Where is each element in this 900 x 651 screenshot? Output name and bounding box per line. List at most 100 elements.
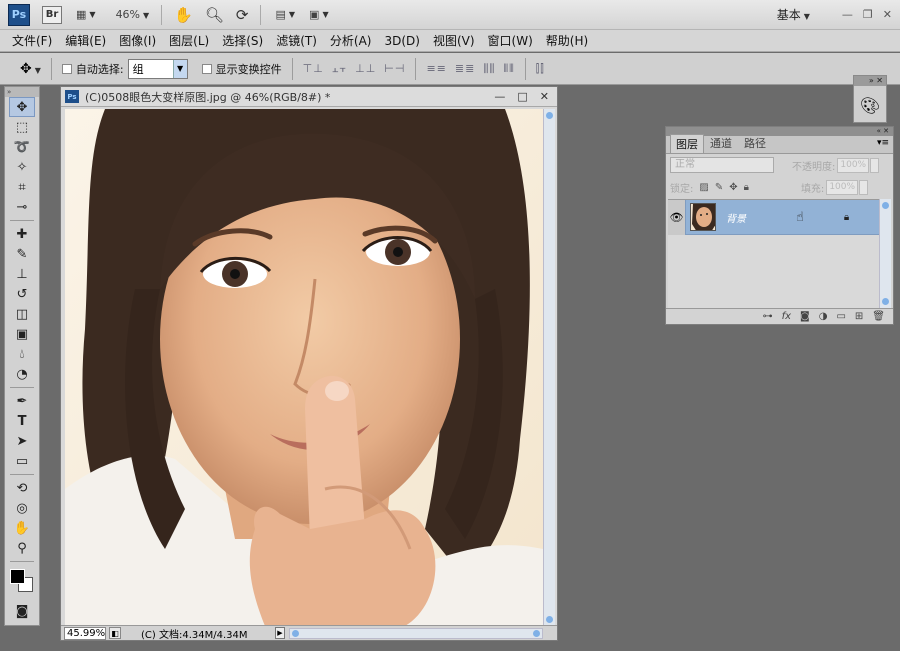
auto-select-dropdown[interactable]: 组 ▼ [127,58,188,79]
color-swatches[interactable] [5,565,39,601]
lasso-tool-icon[interactable]: ➰ [5,137,39,157]
history-brush-tool-icon[interactable]: ↺ [5,284,39,304]
zoom-tool-icon[interactable]: 🔍︎ [205,6,224,24]
menu-filter[interactable]: 滤镜(T) [276,32,317,49]
zoom-tool-icon[interactable]: ⚲ [5,538,39,558]
opacity-field[interactable]: 100% [837,157,870,173]
vertical-scrollbar[interactable] [543,109,555,626]
auto-align-icon[interactable]: ⫿⫿ [536,62,545,76]
layer-style-icon[interactable]: fx [782,311,791,322]
maximize-icon[interactable]: □ [517,90,527,103]
layer-row-background[interactable]: 👁︎ 背景 ☝ 🔒︎ [668,199,879,235]
adjustment-layer-icon[interactable]: ◑ [819,311,828,322]
toolbox-collapse-icon[interactable]: » [5,87,39,97]
rotate-view-icon[interactable]: ⟳ [236,6,249,24]
move-tool-icon[interactable]: ✥ [9,97,35,117]
scroll-up-icon[interactable] [882,202,889,209]
link-layers-icon[interactable]: ⊶ [763,311,773,322]
menu-3d[interactable]: 3D(D) [384,34,419,48]
clone-stamp-tool-icon[interactable]: ⊥ [5,264,39,284]
panel-menu-icon[interactable]: ▾≡ [877,138,889,148]
fill-field[interactable]: 100% [826,179,859,195]
healing-brush-tool-icon[interactable]: ✚ [5,224,39,244]
align-top-icon[interactable]: ⊤⊥ [303,62,324,76]
bridge-button[interactable]: Br [42,5,62,24]
visibility-eye-icon[interactable]: 👁︎ [668,199,686,235]
panel-close-icon[interactable]: » ✕ [854,76,886,86]
status-menu-arrow-icon[interactable]: ▶ [275,627,285,639]
palette-icon[interactable]: 🎨︎ [859,94,881,116]
menu-file[interactable]: 文件(F) [12,32,52,49]
minimize-icon[interactable]: — [494,90,505,103]
tab-paths[interactable]: 路径 [738,133,772,153]
scroll-down-icon[interactable] [882,298,889,305]
scroll-right-icon[interactable] [533,629,540,637]
arrange-documents-button[interactable]: ▤ ▼ [275,8,295,21]
hand-tool-icon[interactable]: ✋ [5,518,39,538]
3d-orbit-tool-icon[interactable]: ◎ [5,498,39,518]
magic-wand-tool-icon[interactable]: ✧ [5,157,39,177]
layer-name[interactable]: 背景 [726,210,796,225]
distribute-right-icon[interactable]: ⫴⫴ [503,62,514,76]
scroll-down-icon[interactable] [546,616,553,623]
brush-tool-icon[interactable]: ✎ [5,244,39,264]
menu-view[interactable]: 视图(V) [433,32,475,49]
eraser-tool-icon[interactable]: ◫ [5,304,39,324]
status-zoom-field[interactable]: 45.99% [64,626,106,640]
path-selection-tool-icon[interactable]: ➤ [5,431,39,451]
shape-tool-icon[interactable]: ▭ [5,451,39,471]
blur-tool-icon[interactable]: 💧︎ [5,344,39,364]
horizontal-scrollbar[interactable] [289,627,543,639]
lock-pixels-icon[interactable]: ✎ [715,182,723,193]
menu-select[interactable]: 选择(S) [222,32,263,49]
menu-help[interactable]: 帮助(H) [546,32,588,49]
scroll-left-icon[interactable] [292,629,299,637]
dodge-tool-icon[interactable]: ◔ [5,364,39,384]
distribute-left-icon[interactable]: ⫼⫼ [483,62,495,76]
menu-layer[interactable]: 图层(L) [169,32,209,49]
opacity-arrow-icon[interactable] [870,157,880,173]
menu-analysis[interactable]: 分析(A) [330,32,372,49]
add-mask-icon[interactable]: ◙ [800,311,810,322]
align-vcenter-icon[interactable]: ⫠⫟ [332,62,347,76]
marquee-tool-icon[interactable]: ⬚ [5,117,39,137]
align-left-icon[interactable]: ⊢⊣ [384,62,405,76]
eyedropper-tool-icon[interactable]: ⊸ [5,197,39,217]
show-transform-checkbox[interactable] [201,63,212,74]
menu-edit[interactable]: 编辑(E) [65,32,106,49]
lock-all-icon[interactable]: 🔒︎ [744,182,749,193]
distribute-top-icon[interactable]: ≡≡ [426,62,446,76]
document-tab[interactable]: Ps (C)0508眼色大变样原图.jpg @ 46%(RGB/8#) * — … [61,87,557,107]
align-bottom-icon[interactable]: ⊥⊥ [355,62,376,76]
tab-channels[interactable]: 通道 [704,133,738,153]
restore-icon[interactable]: ❐ [863,8,873,21]
close-icon[interactable]: ✕ [883,8,892,21]
move-tool-preset-icon[interactable]: ✥ ▼ [20,61,41,77]
crop-tool-icon[interactable]: ⌗ [5,177,39,197]
lock-transparent-icon[interactable]: ▨ [699,182,708,193]
status-info-icon[interactable]: ◧ [109,627,121,639]
3d-rotate-tool-icon[interactable]: ⟲ [5,478,39,498]
tab-layers[interactable]: 图层 [670,134,704,153]
quick-mask-icon[interactable]: ◙ [5,601,39,621]
blend-mode-dropdown[interactable]: 正常 [670,157,774,173]
pen-tool-icon[interactable]: ✒ [5,391,39,411]
gradient-tool-icon[interactable]: ▣ [5,324,39,344]
delete-layer-icon[interactable]: 🗑︎ [872,311,885,322]
type-tool-icon[interactable]: T [5,411,39,431]
new-layer-icon[interactable]: ⊞ [855,311,863,322]
screen-mode-button[interactable]: ▣ ▼ [309,8,329,21]
auto-select-checkbox[interactable] [61,63,72,74]
view-extras-button[interactable]: ▦ ▼ [76,8,96,21]
workspace-switcher[interactable]: 基本 ▼ [777,6,810,23]
fill-arrow-icon[interactable] [859,179,869,195]
menu-window[interactable]: 窗口(W) [488,32,533,49]
new-group-icon[interactable]: ▭ [836,311,845,322]
layers-scrollbar[interactable] [879,199,891,308]
scroll-up-icon[interactable] [546,112,553,119]
image-canvas[interactable] [65,109,543,626]
close-icon[interactable]: ✕ [540,90,549,103]
hand-tool-icon[interactable]: ✋ [174,6,193,24]
lock-position-icon[interactable]: ✥ [729,182,737,193]
menu-image[interactable]: 图像(I) [119,32,156,49]
